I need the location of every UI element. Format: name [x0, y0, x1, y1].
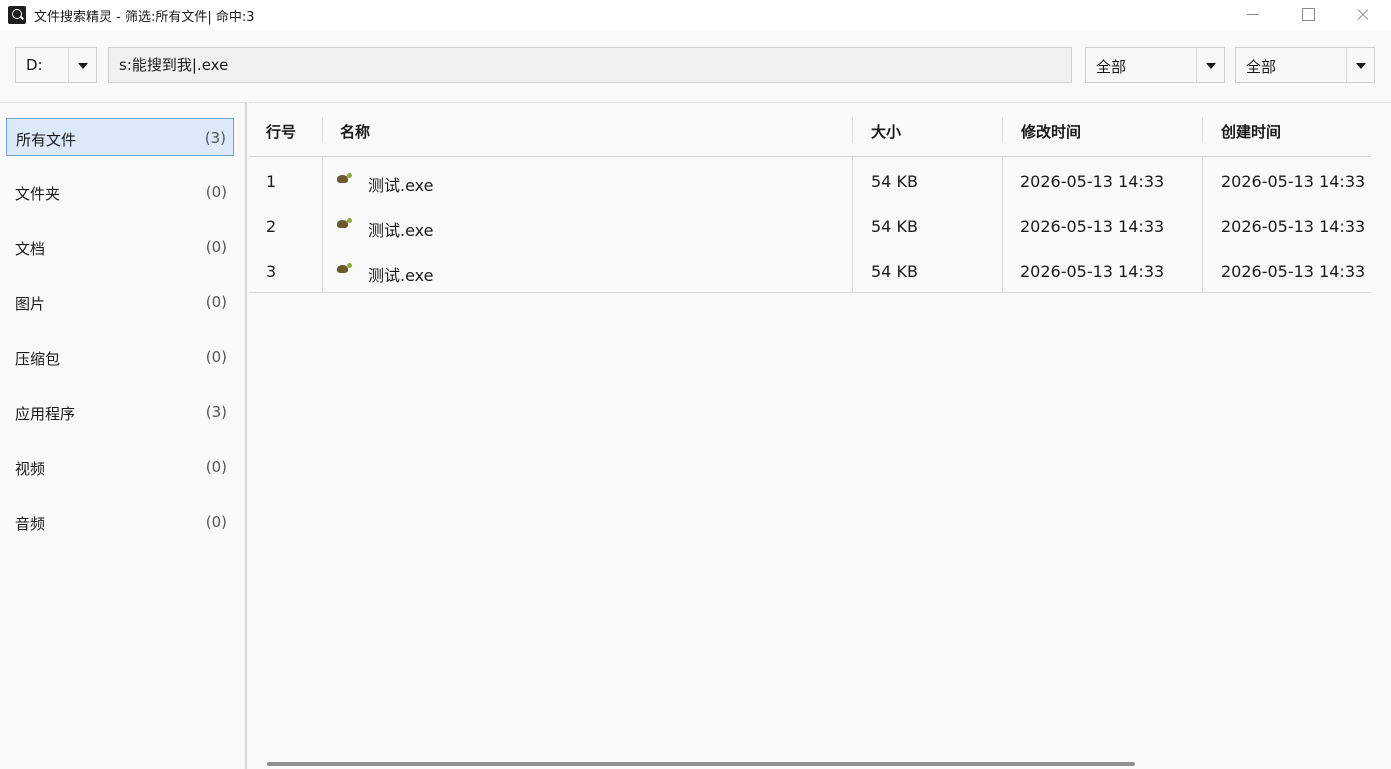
- row-number-cell: 2: [266, 217, 277, 236]
- sidebar-item-label: 文件夹: [15, 185, 61, 203]
- column-header-row-number[interactable]: 行号: [249, 103, 322, 156]
- category-sidebar: 所有文件 (3) 文件夹 (0) 文档 (0) 图片 (0) 压缩包 (0) 应…: [0, 102, 247, 769]
- column-header-name[interactable]: 名称: [323, 103, 852, 156]
- column-header-modified[interactable]: 修改时间: [1004, 103, 1203, 156]
- app-window: 文件搜索精灵 - 筛选:所有文件| 命中:3 D: s:能搜到我|.exe 全部…: [0, 0, 1391, 769]
- modified-time-cell: 2026-05-13 14:33: [1020, 172, 1165, 191]
- sidebar-item-label: 音频: [15, 515, 46, 533]
- search-input[interactable]: s:能搜到我|.exe: [108, 47, 1072, 83]
- file-size-cell: 54 KB: [871, 262, 918, 281]
- horizontal-scrollbar[interactable]: [267, 762, 1135, 766]
- close-button[interactable]: [1340, 0, 1386, 30]
- drive-select[interactable]: D:: [15, 47, 97, 83]
- sidebar-item-audio[interactable]: 音频 (0): [6, 503, 234, 541]
- file-name-cell: 测试.exe: [368, 176, 434, 195]
- sidebar-item-label: 文档: [15, 240, 46, 258]
- toolbar: D: s:能搜到我|.exe 全部 全部: [0, 30, 1391, 102]
- created-time-cell: 2026-05-13 14:33: [1221, 217, 1366, 236]
- table-row[interactable]: 1 测试.exe 54 KB 2026-05-13 14:33 2026-05-…: [249, 160, 1371, 205]
- sidebar-item-label: 视频: [15, 460, 46, 478]
- sidebar-item-count: (0): [205, 458, 227, 476]
- scope-filter-select[interactable]: 全部: [1235, 47, 1375, 83]
- sidebar-item-all-files[interactable]: 所有文件 (3): [6, 118, 234, 156]
- turtle-exe-icon: [335, 173, 353, 187]
- table-bottom-border: [249, 292, 1371, 293]
- sidebar-item-label: 图片: [15, 295, 46, 313]
- sidebar-item-count: (0): [205, 348, 227, 366]
- column-divider[interactable]: [852, 117, 853, 143]
- type-filter-select[interactable]: 全部: [1085, 47, 1225, 83]
- sidebar-item-count: (0): [205, 513, 227, 531]
- table-header: 行号 名称 大小 修改时间 创建时间: [249, 103, 1371, 157]
- search-app-icon: [8, 6, 26, 24]
- maximize-button[interactable]: [1284, 0, 1330, 30]
- column-divider[interactable]: [1002, 117, 1003, 143]
- column-header-size[interactable]: 大小: [854, 103, 1003, 156]
- results-table: 行号 名称 大小 修改时间 创建时间 1 测试.exe 54 KB 2026-0…: [249, 102, 1391, 769]
- chevron-down-icon[interactable]: [68, 48, 96, 82]
- sidebar-item-count: (0): [205, 238, 227, 256]
- column-divider[interactable]: [1202, 117, 1203, 143]
- sidebar-item-documents[interactable]: 文档 (0): [6, 228, 234, 266]
- turtle-exe-icon: [335, 263, 353, 277]
- sidebar-item-label: 应用程序: [15, 405, 76, 423]
- sidebar-item-count: (3): [205, 403, 227, 421]
- sidebar-item-count: (0): [205, 293, 227, 311]
- table-row[interactable]: 2 测试.exe 54 KB 2026-05-13 14:33 2026-05-…: [249, 205, 1371, 250]
- chevron-down-icon[interactable]: [1346, 48, 1374, 82]
- sidebar-item-count: (0): [205, 183, 227, 201]
- modified-time-cell: 2026-05-13 14:33: [1020, 262, 1165, 281]
- column-header-created[interactable]: 创建时间: [1204, 103, 1371, 156]
- sidebar-item-applications[interactable]: 应用程序 (3): [6, 393, 234, 431]
- sidebar-item-label: 所有文件: [16, 131, 77, 149]
- sidebar-item-archives[interactable]: 压缩包 (0): [6, 338, 234, 376]
- type-filter-value: 全部: [1096, 58, 1127, 76]
- window-title: 文件搜索精灵 - 筛选:所有文件| 命中:3: [34, 10, 255, 25]
- turtle-exe-icon: [335, 218, 353, 232]
- file-size-cell: 54 KB: [871, 217, 918, 236]
- created-time-cell: 2026-05-13 14:33: [1221, 262, 1366, 281]
- chevron-down-icon[interactable]: [1196, 48, 1224, 82]
- sidebar-item-count: (3): [204, 129, 226, 147]
- title-bar: 文件搜索精灵 - 筛选:所有文件| 命中:3: [0, 0, 1391, 30]
- modified-time-cell: 2026-05-13 14:33: [1020, 217, 1165, 236]
- created-time-cell: 2026-05-13 14:33: [1221, 172, 1366, 191]
- sidebar-item-label: 压缩包: [15, 350, 61, 368]
- row-number-cell: 1: [266, 172, 277, 191]
- row-number-cell: 3: [266, 262, 277, 281]
- table-row[interactable]: 3 测试.exe 54 KB 2026-05-13 14:33 2026-05-…: [249, 250, 1371, 295]
- drive-select-value: D:: [26, 56, 43, 74]
- file-name-cell: 测试.exe: [368, 221, 434, 240]
- scope-filter-value: 全部: [1246, 58, 1277, 76]
- file-size-cell: 54 KB: [871, 172, 918, 191]
- sidebar-item-images[interactable]: 图片 (0): [6, 283, 234, 321]
- file-name-cell: 测试.exe: [368, 266, 434, 285]
- sidebar-item-folders[interactable]: 文件夹 (0): [6, 173, 234, 211]
- minimize-button[interactable]: [1230, 0, 1276, 30]
- sidebar-item-videos[interactable]: 视频 (0): [6, 448, 234, 486]
